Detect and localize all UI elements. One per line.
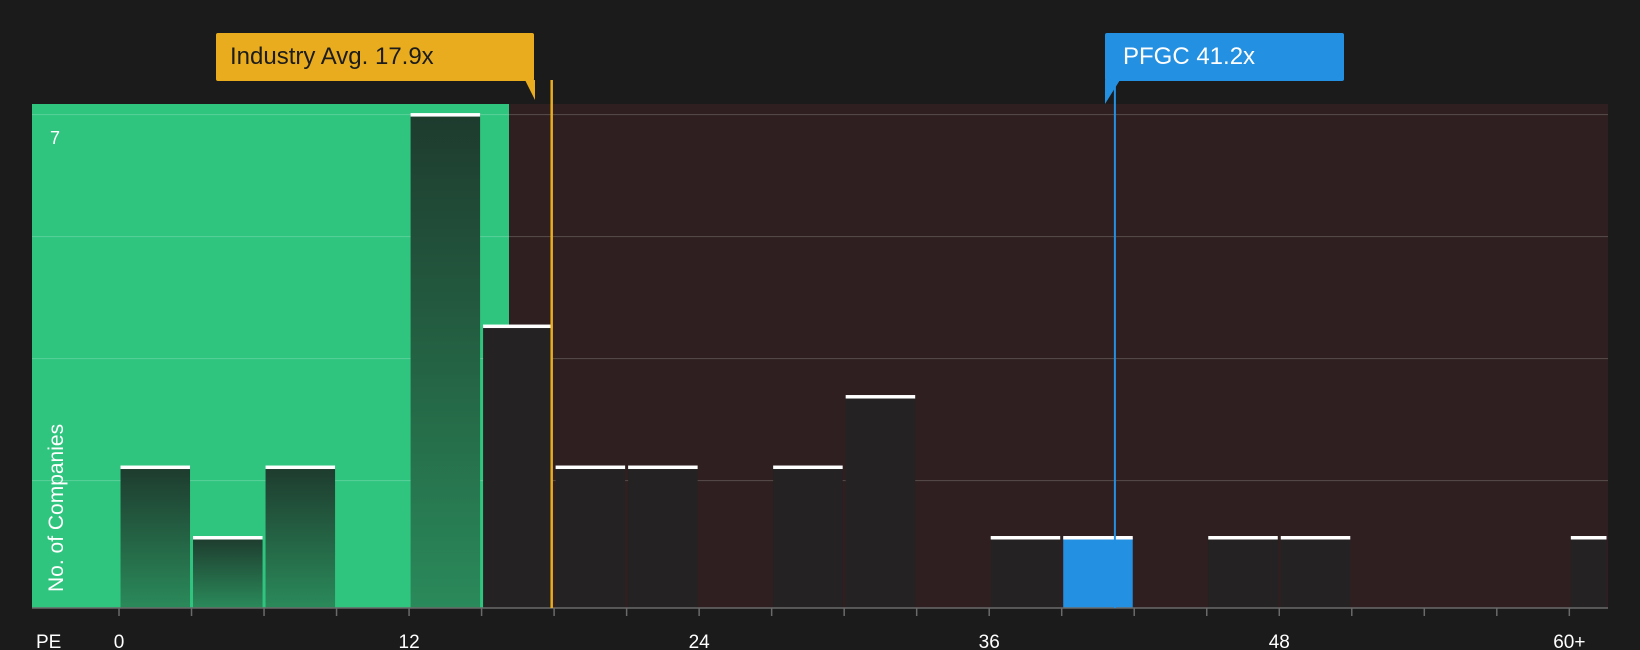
bar-cap [1208, 536, 1278, 540]
bar-cap [193, 536, 263, 540]
x-tick-label: 12 [399, 632, 420, 650]
bar-cap [1063, 536, 1133, 540]
histogram-bar [265, 467, 336, 608]
x-tick-label: 48 [1269, 632, 1290, 650]
x-tick-label: 36 [979, 632, 1000, 650]
industry-label-pointer [525, 80, 535, 100]
bar-cap [773, 465, 843, 470]
pe-chart: 0 12 24 36 48 60+ 7 No. of Companies PE [32, 80, 1608, 650]
bar-cap [555, 465, 626, 470]
histogram-bar [990, 537, 1061, 608]
y-tick-label: 7 [50, 128, 60, 148]
histogram-bar [483, 326, 553, 608]
y-axis-label: No. of Companies [45, 424, 68, 592]
bar-cap [990, 536, 1061, 540]
bar-cap [120, 465, 191, 470]
histogram-bar [628, 467, 698, 608]
industry-avg-label: Industry Avg. 17.9x [216, 33, 534, 81]
x-axis-label: PE [36, 632, 61, 650]
histogram-bar [1570, 537, 1607, 608]
company-label-pointer [1105, 80, 1120, 104]
bar-cap [628, 465, 698, 470]
bar-cap [1280, 536, 1351, 540]
histogram-bar [120, 467, 191, 608]
histogram-bar [555, 467, 626, 608]
company-pe-label: PFGC 41.2x [1105, 33, 1344, 81]
histogram-bar [193, 537, 263, 608]
histogram-bar [845, 396, 916, 608]
histogram-bar [1208, 537, 1278, 608]
histogram-bar [410, 114, 481, 608]
bar-cap [410, 113, 481, 117]
bar-cap [265, 465, 336, 470]
histogram-bar [1280, 537, 1351, 608]
bar-cap [483, 324, 553, 329]
x-ticks: 0 12 24 36 48 60+ [114, 608, 1585, 650]
bar-cap [1570, 536, 1607, 540]
bar-cap [845, 395, 916, 399]
histogram-bar [773, 467, 843, 608]
x-tick-label: 60+ [1553, 632, 1585, 650]
x-tick-label: 0 [114, 632, 125, 650]
company-bar [1063, 537, 1133, 608]
x-tick-label: 24 [689, 632, 711, 650]
